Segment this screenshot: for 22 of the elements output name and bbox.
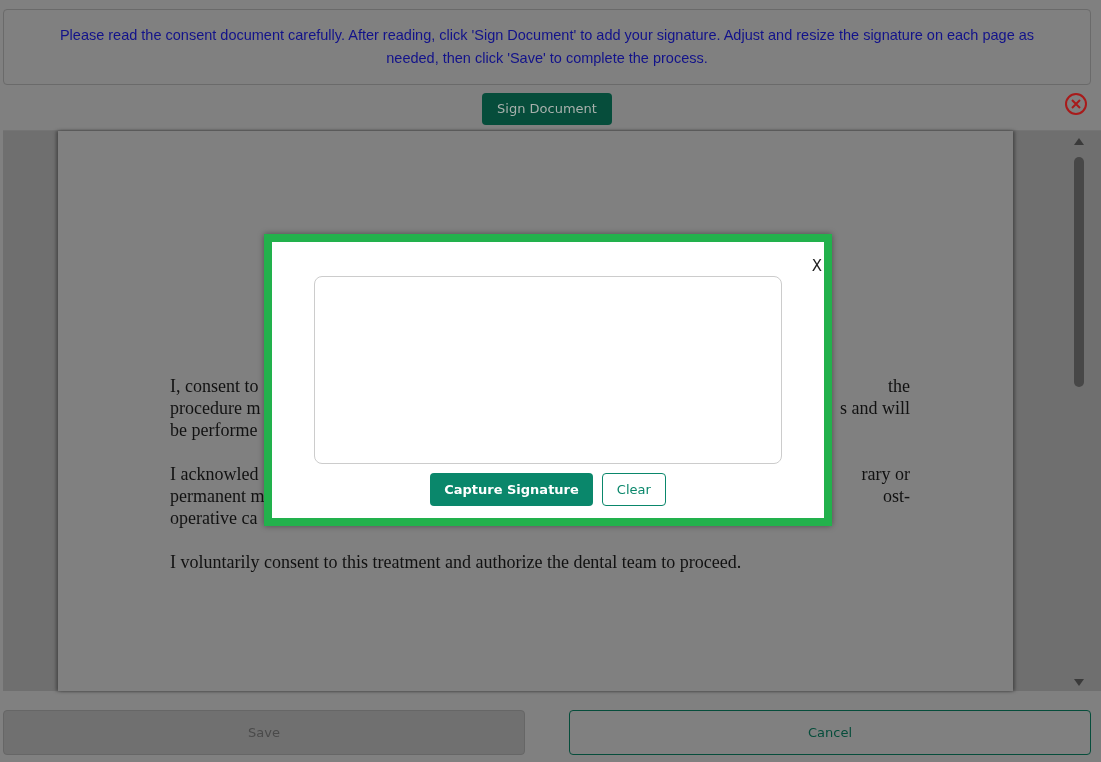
document-text: permanent m — [170, 485, 265, 507]
document-text: s and will — [840, 397, 910, 419]
cancel-button[interactable]: Cancel — [569, 710, 1091, 755]
sign-document-button[interactable]: Sign Document — [482, 92, 612, 125]
document-text: operative ca — [170, 507, 258, 529]
scroll-down-icon[interactable] — [1074, 679, 1084, 687]
document-text: rary or — [861, 463, 910, 485]
scroll-up-icon[interactable] — [1074, 137, 1084, 145]
document-text: the — [888, 375, 910, 397]
document-text: I voluntarily consent to this treatment and authorize the dental team to proceed. — [170, 551, 742, 573]
close-button[interactable]: X — [811, 257, 822, 275]
instructions-text: Please read the consent document carefully. After reading, click 'Sign Document' to add your signature. Adjust and resize the signature on each page as needed, then click 'Save' to complete the process. — [58, 26, 1036, 68]
document-text: I, consent to — [170, 375, 259, 397]
scrollbar-thumb[interactable] — [1074, 157, 1084, 387]
document-text: procedure m — [170, 397, 261, 419]
document-text: ost- — [883, 485, 910, 507]
close-icon[interactable] — [1064, 92, 1088, 116]
document-text: I acknowled — [170, 463, 259, 485]
clear-button[interactable]: Clear — [601, 473, 666, 506]
document-text: be performe — [170, 419, 258, 441]
capture-signature-button[interactable]: Capture Signature — [430, 473, 593, 506]
signature-pad[interactable] — [314, 276, 782, 464]
